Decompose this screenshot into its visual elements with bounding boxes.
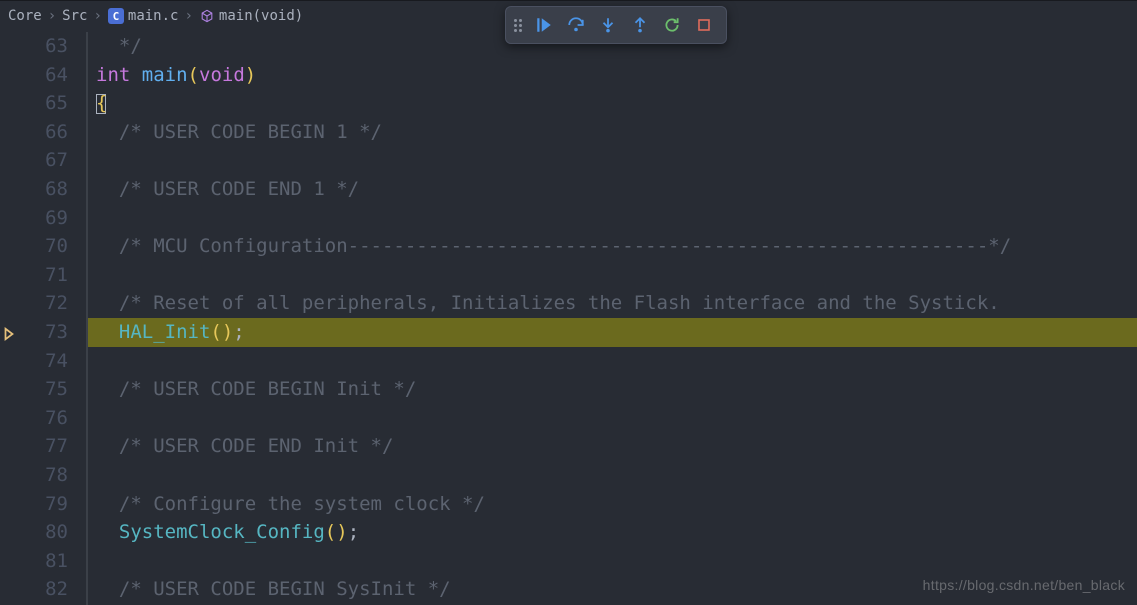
stop-button[interactable] (690, 13, 718, 37)
line-number[interactable]: 69 (0, 204, 68, 233)
code-line[interactable] (88, 146, 1137, 175)
code-line[interactable] (88, 261, 1137, 290)
gutter[interactable]: 6364656667686970717273747576777879808182 (0, 32, 86, 605)
code-line[interactable]: /* Reset of all peripherals, Initializes… (88, 289, 1137, 318)
line-number[interactable]: 74 (0, 347, 68, 376)
chevron-right-icon: › (48, 8, 56, 24)
code-line[interactable] (88, 547, 1137, 576)
code-line[interactable]: int main(void) (88, 61, 1137, 90)
line-number[interactable]: 67 (0, 146, 68, 175)
code-line[interactable]: /* Configure the system clock */ (88, 490, 1137, 519)
line-number[interactable]: 72 (0, 289, 68, 318)
line-number[interactable]: 77 (0, 432, 68, 461)
line-number[interactable]: 80 (0, 518, 68, 547)
code-line[interactable] (88, 347, 1137, 376)
line-number[interactable]: 70 (0, 232, 68, 261)
line-number[interactable]: 76 (0, 404, 68, 433)
line-number[interactable]: 68 (0, 175, 68, 204)
continue-button[interactable] (530, 13, 558, 37)
line-number[interactable]: 78 (0, 461, 68, 490)
line-number[interactable]: 73 (0, 318, 68, 347)
breadcrumb-item-file[interactable]: C main.c (108, 8, 179, 24)
line-number[interactable]: 79 (0, 490, 68, 519)
step-out-button[interactable] (626, 13, 654, 37)
restart-button[interactable] (658, 13, 686, 37)
code-line[interactable]: /* USER CODE END Init */ (88, 432, 1137, 461)
code-line[interactable]: /* USER CODE END 1 */ (88, 175, 1137, 204)
breadcrumb-item-src[interactable]: Src (62, 8, 87, 24)
code-editor[interactable]: 6364656667686970717273747576777879808182… (0, 32, 1137, 605)
line-number[interactable]: 66 (0, 118, 68, 147)
code-line[interactable]: { (88, 89, 1137, 118)
watermark: https://blog.csdn.net/ben_black (923, 577, 1125, 593)
line-number[interactable]: 63 (0, 32, 68, 61)
line-number[interactable]: 82 (0, 575, 68, 604)
code-line[interactable]: HAL_Init(); (88, 318, 1137, 347)
breadcrumb-item-core[interactable]: Core (8, 8, 42, 24)
step-into-button[interactable] (594, 13, 622, 37)
line-number[interactable]: 75 (0, 375, 68, 404)
code-line[interactable]: /* USER CODE BEGIN Init */ (88, 375, 1137, 404)
chevron-right-icon: › (184, 8, 192, 24)
step-over-button[interactable] (562, 13, 590, 37)
line-number[interactable]: 81 (0, 547, 68, 576)
line-number[interactable]: 64 (0, 61, 68, 90)
code-line[interactable] (88, 461, 1137, 490)
code-line[interactable] (88, 404, 1137, 433)
code-line[interactable]: /* USER CODE BEGIN 1 */ (88, 118, 1137, 147)
code-line[interactable] (88, 204, 1137, 233)
debug-toolbar (505, 6, 727, 44)
drag-handle-icon[interactable] (514, 19, 526, 32)
cube-icon (199, 8, 215, 24)
line-number[interactable]: 65 (0, 89, 68, 118)
code-line[interactable]: SystemClock_Config(); (88, 518, 1137, 547)
chevron-right-icon: › (93, 8, 101, 24)
c-file-icon: C (108, 8, 124, 24)
line-number[interactable]: 71 (0, 261, 68, 290)
breadcrumb-item-symbol[interactable]: main(void) (199, 8, 303, 24)
code-line[interactable]: /* MCU Configuration--------------------… (88, 232, 1137, 261)
